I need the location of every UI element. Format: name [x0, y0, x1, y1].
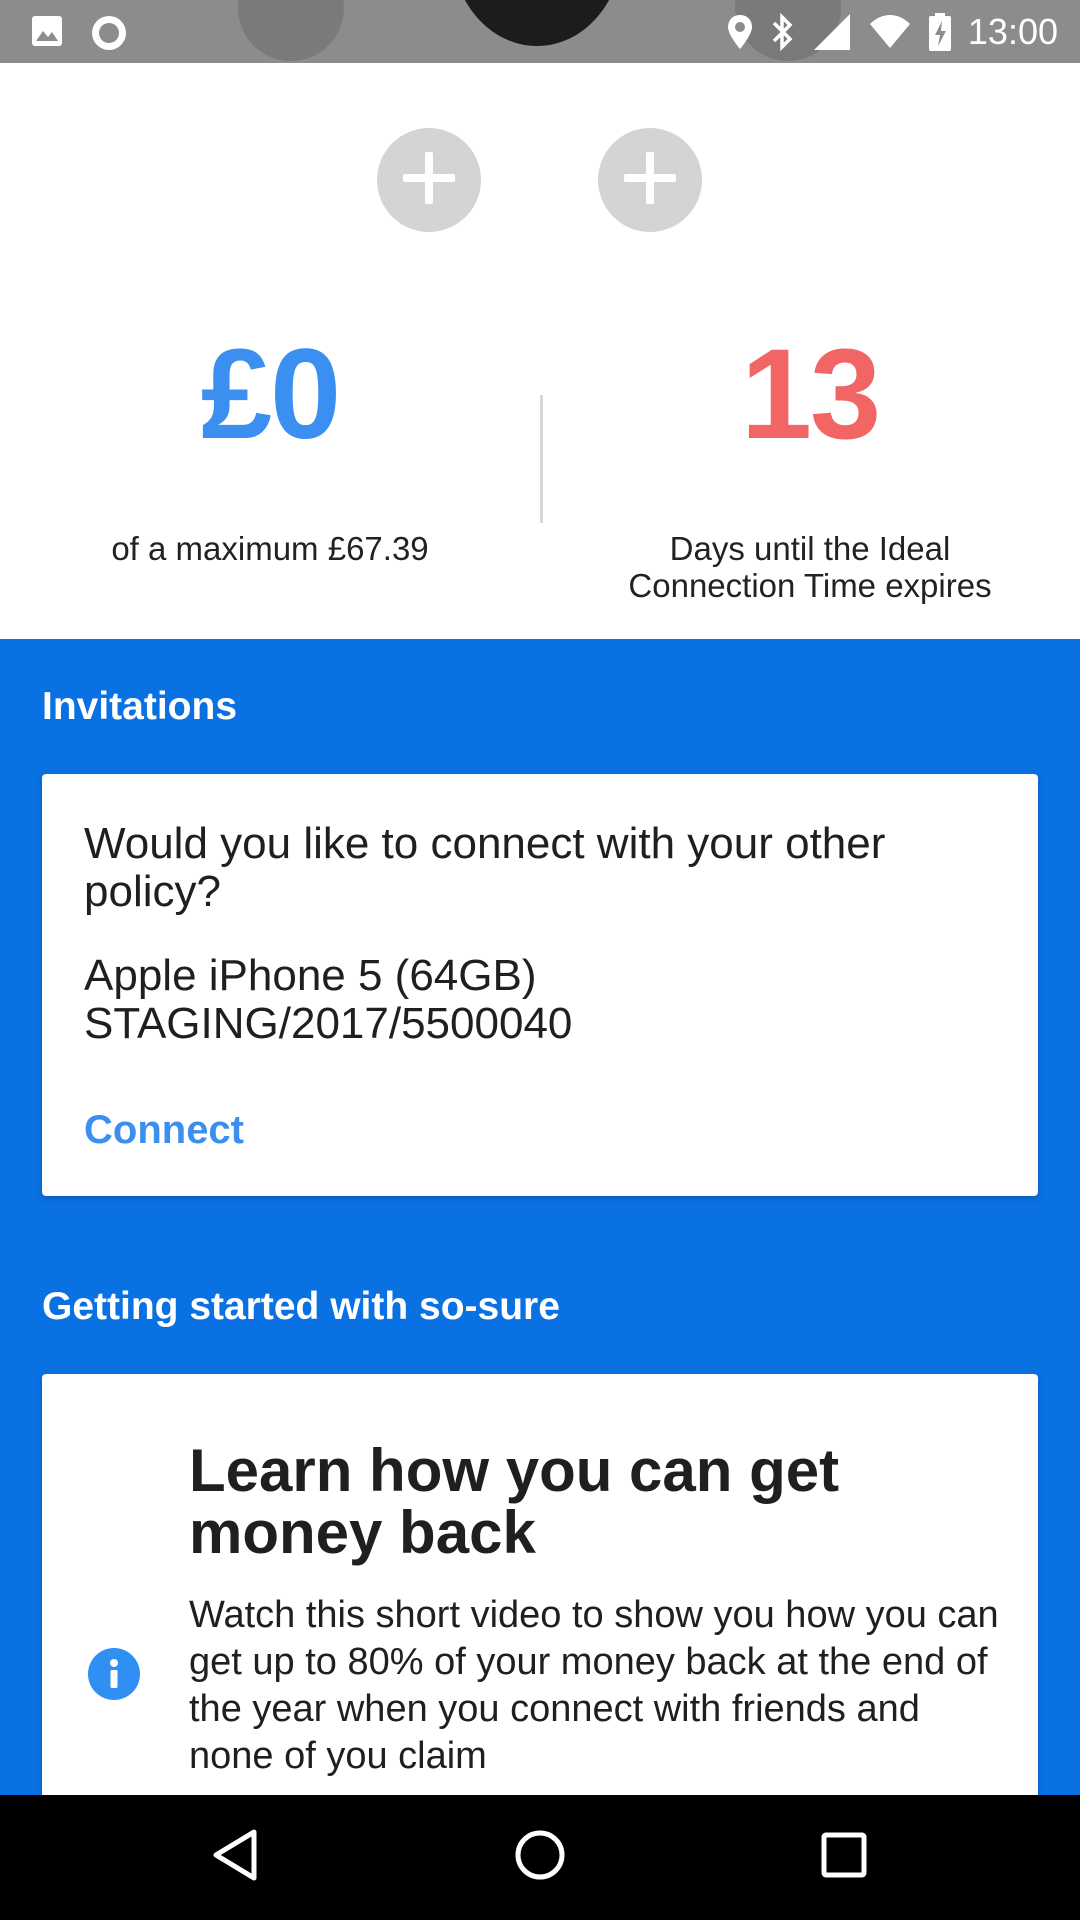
main-content[interactable]: Invitations Would you like to connect wi…	[0, 639, 1080, 1795]
days-stat: 13 Days until the Ideal Connection Time …	[540, 320, 1080, 604]
connect-button[interactable]: Connect	[84, 1106, 244, 1154]
reward-stat: £0 of a maximum £67.39	[0, 320, 540, 567]
status-bar: 13:00	[0, 0, 1080, 63]
days-caption: Days until the Ideal Connection Time exp…	[628, 530, 992, 604]
policy-reference: STAGING/2017/5500040	[84, 999, 573, 1048]
image-icon	[30, 14, 64, 52]
home-button[interactable]	[500, 1817, 580, 1897]
reward-value: £0	[200, 323, 341, 466]
clock: 13:00	[967, 11, 1058, 52]
wifi-icon	[868, 14, 912, 50]
recent-apps-icon	[819, 1830, 869, 1885]
recent-apps-button[interactable]	[804, 1817, 884, 1897]
back-icon	[210, 1827, 262, 1888]
cell-signal-icon	[812, 12, 852, 52]
info-icon	[88, 1648, 140, 1700]
getting-started-heading: Getting started with so-sure	[42, 1285, 560, 1328]
invitation-question: Would you like to connect with your othe…	[84, 819, 886, 916]
add-friend-button[interactable]	[377, 128, 481, 232]
record-icon	[90, 14, 128, 52]
home-icon	[512, 1827, 568, 1888]
reward-caption: of a maximum £67.39	[111, 530, 429, 567]
back-button[interactable]	[196, 1817, 276, 1897]
invitations-heading: Invitations	[42, 685, 238, 728]
learn-title: Learn how you can get money back	[189, 1437, 840, 1566]
policy-device: Apple iPhone 5 (64GB)	[84, 951, 537, 1000]
add-friend-avatar-peek	[238, 0, 344, 61]
location-icon	[726, 13, 754, 51]
add-friend-row	[0, 128, 1080, 232]
bluetooth-icon	[770, 12, 796, 52]
invitation-card: Would you like to connect with your othe…	[42, 774, 1038, 1196]
plus-icon	[618, 146, 682, 215]
battery-charging-icon	[928, 12, 952, 52]
learn-body: Watch this short video to show you how y…	[189, 1594, 999, 1777]
plus-icon	[397, 146, 461, 215]
days-value: 13	[740, 323, 881, 466]
profile-avatar-peek	[452, 0, 622, 46]
add-friend-button[interactable]	[598, 128, 702, 232]
navigation-bar	[0, 1795, 1080, 1920]
learn-card[interactable]: Learn how you can get money back Watch t…	[42, 1374, 1038, 1795]
